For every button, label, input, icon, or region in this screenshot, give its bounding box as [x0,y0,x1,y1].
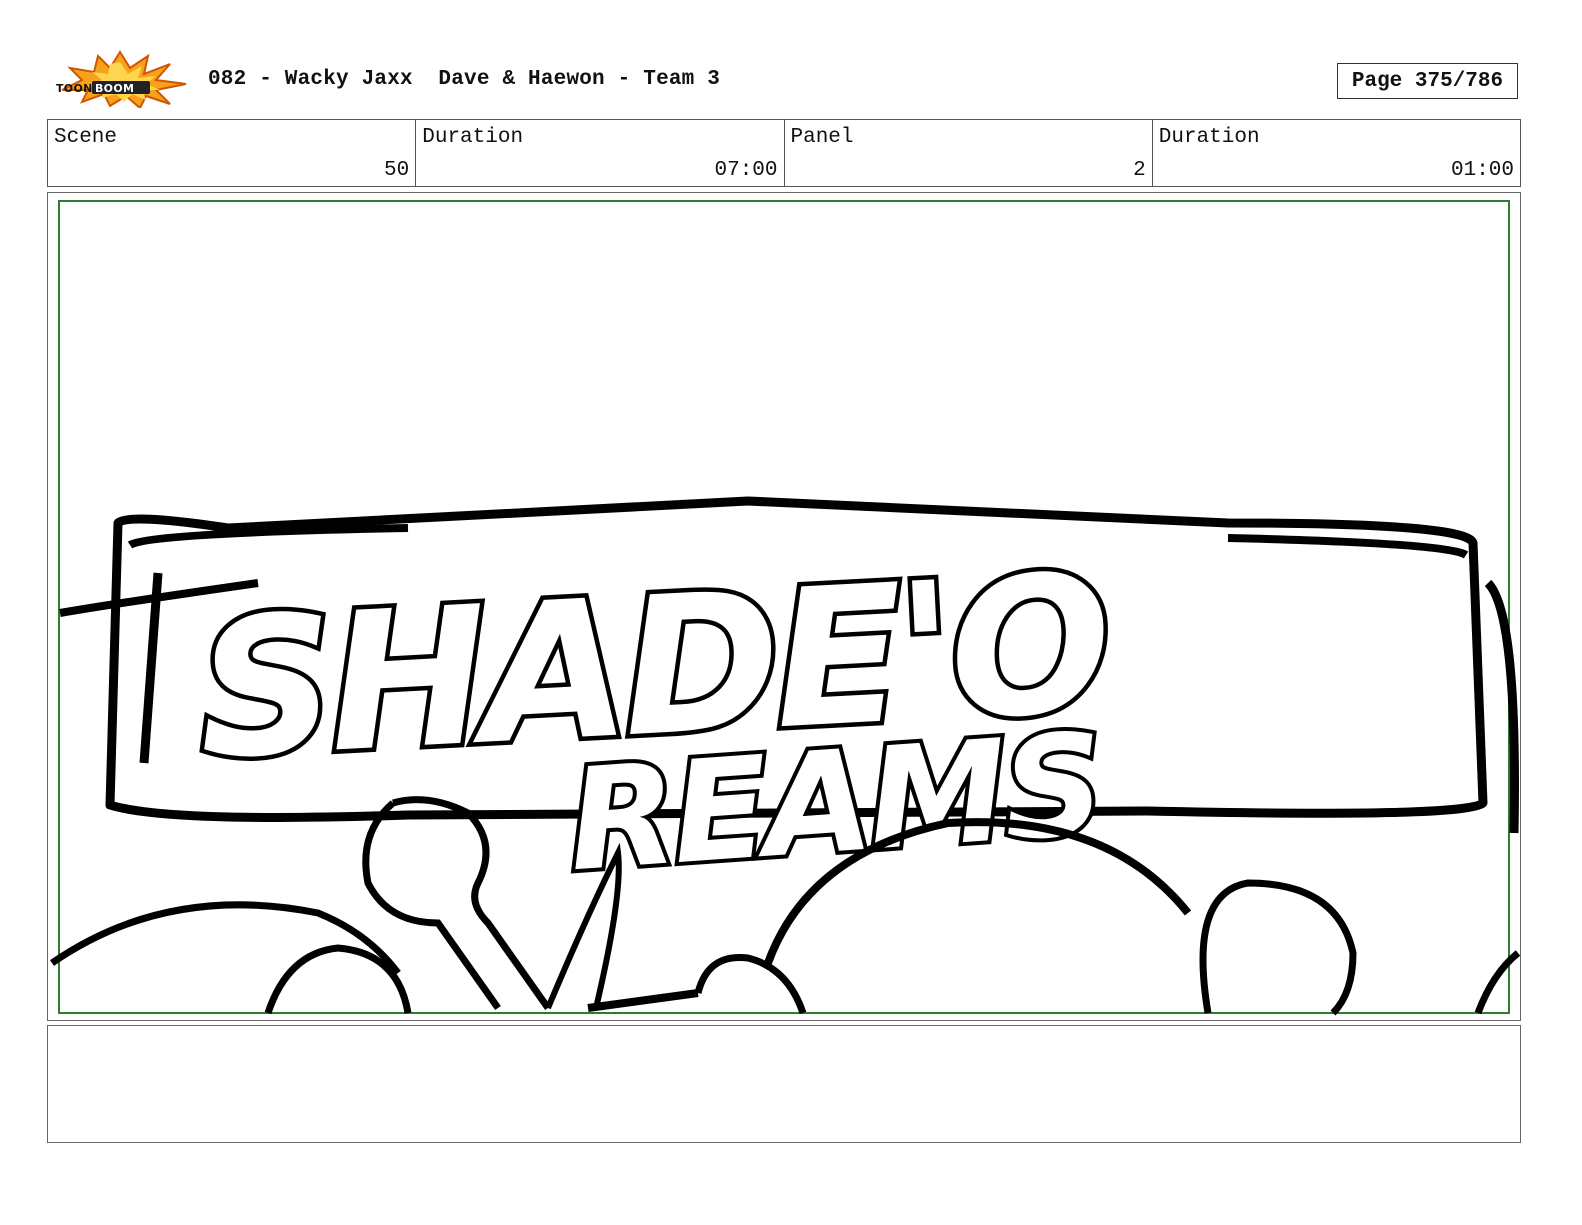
scene-value[interactable]: 50 [384,159,409,182]
scene-label: Scene [54,126,118,149]
panel-duration-value[interactable]: 01:00 [1451,159,1514,182]
panel-notes-box[interactable] [47,1025,1521,1143]
toonboom-logo: TOON BOOM [52,50,188,110]
panel-drawing-area[interactable]: SHADE'O REAMS [47,192,1521,1021]
crowd-head-right [1199,879,1357,1016]
panel-label: Panel [790,126,854,149]
scene-info-row: Scene 50 Duration 07:00 Panel 2 Duration… [47,119,1521,187]
panel-duration-label: Duration [1158,126,1260,149]
page-indicator: Page 375/786 [1337,63,1518,99]
scene-cell: Scene 50 [48,120,417,186]
crowd-head-ear [392,796,551,1011]
scene-duration-value[interactable]: 07:00 [714,159,777,182]
storyboard-title: 082 - Wacky Jaxx Dave & Haewon - Team 3 [208,68,721,91]
panel-cell: Panel 2 [785,120,1153,186]
crowd-head-left [50,901,401,976]
svg-text:BOOM: BOOM [95,82,134,95]
page-number: Page 375/786 [1351,69,1504,93]
svg-text:TOON: TOON [56,82,93,95]
scene-duration-cell: Duration 07:00 [416,120,785,186]
panel-value[interactable]: 2 [1133,159,1146,182]
panel-sketch: SHADE'O REAMS [50,200,1520,1016]
scene-duration-label: Duration [422,126,524,149]
panel-duration-cell: Duration 01:00 [1153,120,1520,186]
